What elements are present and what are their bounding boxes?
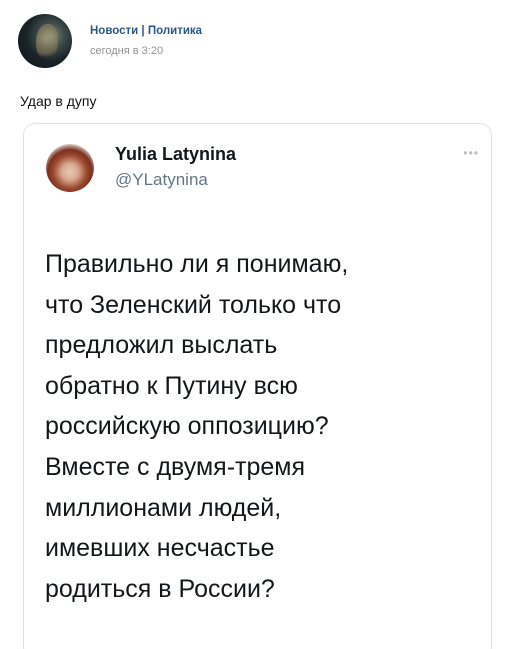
post-header: Новости | Политика сегодня в 3:20 <box>18 14 498 70</box>
tweet-screenshot-card[interactable]: ••• Yulia Latynina @YLatynina Правильно … <box>23 123 492 649</box>
tweet-text-line: Вместе с двумя-тремя <box>45 452 306 481</box>
tweet-text-line: родиться в России? <box>45 574 275 603</box>
post-text: Удар в дупу <box>20 93 97 109</box>
tweet-author-handle: @YLatynina <box>115 170 208 189</box>
tweet-text-line: миллионами людей, <box>45 493 282 522</box>
group-name-link[interactable]: Новости | Политика <box>90 25 202 37</box>
tweet-text-line: российскую оппозицию? <box>45 412 329 441</box>
tweet-text-line: обратно к Путину всю <box>45 371 298 400</box>
more-horizontal-icon: ••• <box>463 146 479 160</box>
tweet-text-line: имевших несчастье <box>45 534 275 563</box>
tweet-text-line: Правильно ли я понимаю, <box>45 250 349 278</box>
tweet-author-name: Yulia Latynina <box>115 144 237 164</box>
tweet-author-avatar <box>46 144 94 192</box>
group-avatar[interactable] <box>18 14 72 68</box>
tweet-text-line: что Зеленский только что <box>45 290 342 319</box>
tweet-text: Правильно ли я понимаю, что Зеленский то… <box>45 244 485 609</box>
tweet-text-line: предложил выслать <box>45 331 278 360</box>
post-time[interactable]: сегодня в 3:20 <box>90 45 163 57</box>
